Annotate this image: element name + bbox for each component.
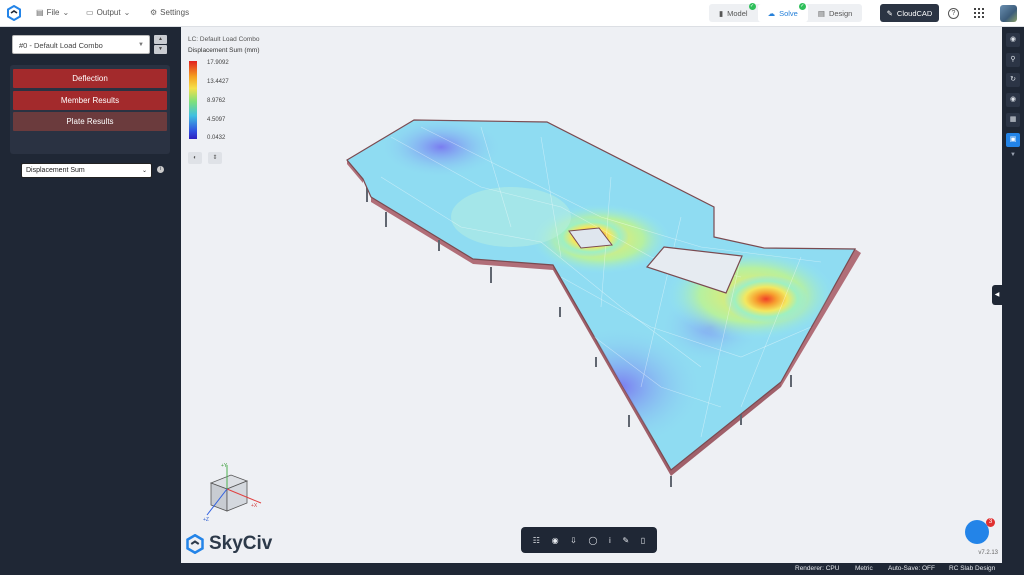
axis-y-label: +Y	[221, 463, 228, 469]
app-grid-icon[interactable]	[974, 8, 984, 18]
3d-viewport[interactable]: LC: Default Load Combo Displacement Sum …	[181, 27, 1002, 563]
stepper-down-icon[interactable]: ▼	[154, 45, 167, 54]
tab-solve-label: Solve	[779, 8, 798, 18]
result-buttons-group: Deflection Member Results Plate Results	[10, 65, 170, 154]
gear-icon: ⚙	[150, 8, 158, 17]
load-combo-select[interactable]: #0 - Default Load Combo ▼	[12, 35, 150, 54]
layers-icon[interactable]: ☷	[533, 536, 540, 545]
legend-tick: 8.9762	[207, 98, 226, 104]
module-status[interactable]: RC Slab Design	[949, 565, 995, 572]
skyciv-logo-icon[interactable]	[6, 5, 22, 21]
result-type-value: Displacement Sum	[26, 167, 85, 174]
check-icon: ✓	[798, 3, 806, 10]
contrast-icon[interactable]: ◐	[188, 152, 202, 164]
output-menu-label: Output	[96, 8, 121, 17]
chevron-down-icon: ⌄	[141, 168, 147, 174]
eraser-icon[interactable]: ▯	[641, 536, 645, 545]
top-bar: ▤ File ⌄ ▭ Output ⌄ ⚙ Settings ▮ Model ✓…	[0, 0, 1024, 27]
color-legend-bar	[189, 61, 197, 139]
chevron-down-icon: ⌄	[62, 8, 70, 17]
tab-design-label: Design	[828, 8, 853, 18]
skyciv-logo-icon	[186, 534, 204, 554]
camera-icon[interactable]: ◉	[1006, 93, 1020, 107]
info-icon[interactable]: i	[157, 166, 164, 173]
load-combo-stepper[interactable]: ▲ ▼	[154, 35, 167, 54]
workflow-tabs: ▮ Model ✓ ☁ Solve ✓ ▤ Design	[709, 3, 863, 22]
collapse-panel-button[interactable]: ◀	[992, 285, 1002, 305]
legend-tick: 0.0432	[207, 135, 226, 141]
skyciv-brand: SkyCiv	[185, 533, 272, 555]
units-status[interactable]: Metric	[855, 565, 873, 572]
caret-down-icon: ▼	[138, 42, 144, 48]
cloud-icon: ☁	[767, 8, 776, 18]
version-label: v7.2.13	[978, 550, 998, 556]
eye-icon[interactable]: ◉	[552, 536, 559, 545]
legend-title: Displacement Sum (mm)	[188, 47, 260, 54]
output-menu[interactable]: ▭ Output ⌄	[86, 8, 130, 17]
stepper-up-icon[interactable]: ▲	[154, 35, 167, 44]
plate-displacement-model	[346, 119, 861, 487]
tab-model-label: Model	[727, 8, 748, 18]
pencil-icon[interactable]: ✎	[622, 536, 629, 545]
legend-tick: 17.9092	[207, 60, 229, 66]
settings-menu[interactable]: ⚙ Settings	[150, 8, 189, 17]
monitor-icon: ▭	[86, 8, 94, 17]
deflection-button[interactable]: Deflection	[13, 69, 167, 88]
chevron-down-icon: ⌄	[123, 8, 131, 17]
image-icon[interactable]: ▦	[1006, 113, 1020, 127]
legend-tick: 4.5097	[207, 117, 226, 123]
document-icon: ▤	[817, 8, 825, 18]
viewport-toolbar: ☷ ◉ ⇩ ◯ i ✎ ▯	[521, 527, 657, 553]
axis-z-label: +Z	[203, 517, 209, 523]
legend-tick: 13.4427	[207, 79, 229, 85]
cube-icon[interactable]: ▣	[1006, 133, 1020, 147]
cloudcad-button[interactable]: ✎ CloudCAD	[880, 4, 939, 22]
autosave-status[interactable]: Auto-Save: OFF	[888, 565, 935, 572]
brand-text: SkyCiv	[209, 533, 273, 554]
eye-icon[interactable]: ◉	[1006, 33, 1020, 47]
lightbulb-icon[interactable]: ◯	[588, 536, 597, 545]
member-results-button[interactable]: Member Results	[13, 91, 167, 110]
help-icon[interactable]: ?	[948, 8, 959, 19]
tab-solve[interactable]: ☁ Solve ✓	[757, 3, 808, 22]
result-type-select[interactable]: Displacement Sum ⌄	[21, 163, 152, 178]
sort-icon[interactable]: ⇕	[208, 152, 222, 164]
load-case-label: LC: Default Load Combo	[188, 36, 260, 43]
status-bar: Renderer: CPU Metric Auto-Save: OFF RC S…	[0, 563, 1024, 575]
search-icon[interactable]: ⚲	[1006, 53, 1020, 67]
axis-x-label: +X	[251, 503, 258, 509]
results-sidebar: #0 - Default Load Combo ▼ ▲ ▼ Deflection…	[0, 27, 181, 563]
file-menu-label: File	[46, 8, 60, 17]
view-cube[interactable]: +Y +X +Z	[203, 463, 263, 523]
rotate-icon[interactable]: ↻	[1006, 73, 1020, 87]
renderer-status[interactable]: Renderer: CPU	[795, 565, 839, 572]
notification-badge: 3	[986, 518, 995, 527]
settings-menu-label: Settings	[160, 8, 190, 17]
plate-results-button[interactable]: Plate Results	[13, 112, 167, 131]
down-arrow-icon[interactable]: ⇩	[570, 536, 577, 545]
model-icon: ▮	[719, 8, 724, 18]
check-icon: ✓	[748, 3, 756, 10]
chevron-down-icon[interactable]: ▼	[1010, 152, 1016, 158]
right-toolstrip: ◉ ⚲ ↻ ◉ ▦ ▣ ▼	[1002, 27, 1024, 563]
tab-model[interactable]: ▮ Model ✓	[709, 3, 758, 22]
file-menu[interactable]: ▤ File ⌄	[36, 8, 69, 17]
cloudcad-label: CloudCAD	[896, 8, 933, 18]
file-icon: ▤	[36, 8, 44, 17]
load-combo-value: #0 - Default Load Combo	[19, 41, 103, 50]
avatar[interactable]	[1000, 5, 1017, 22]
info-icon[interactable]: i	[609, 536, 611, 545]
tab-design[interactable]: ▤ Design	[808, 4, 862, 22]
pencil-ruler-icon: ✎	[886, 8, 893, 18]
